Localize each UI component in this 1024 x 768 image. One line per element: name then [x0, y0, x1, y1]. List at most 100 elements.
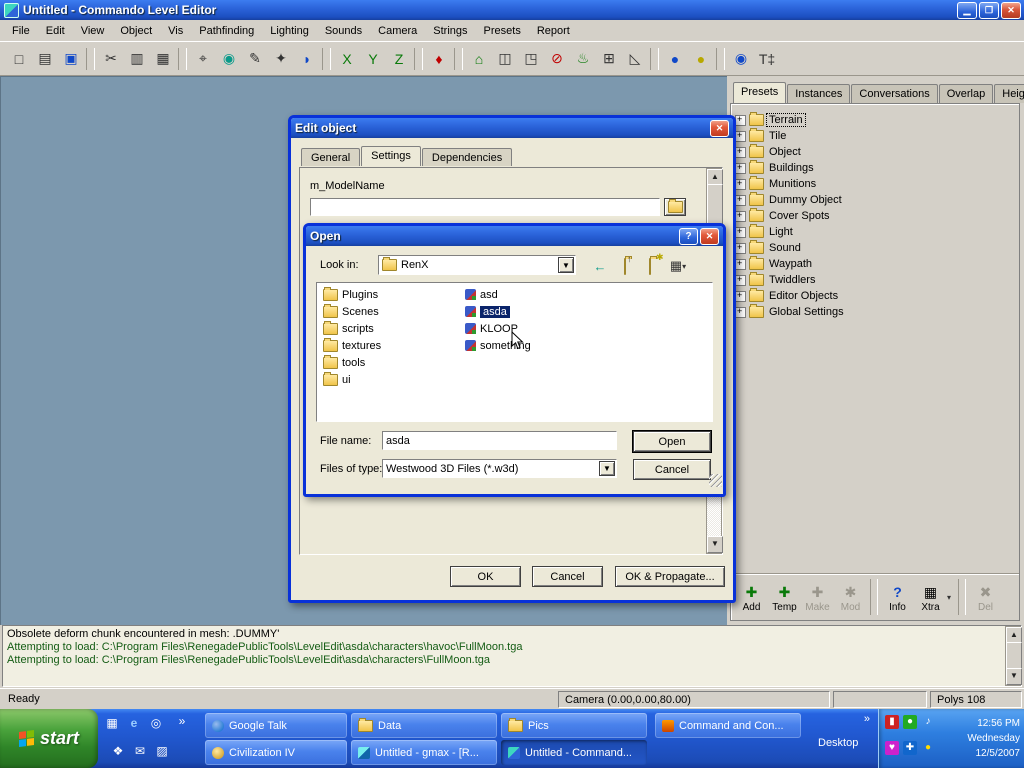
- media-player-icon[interactable]: ◎: [148, 715, 164, 731]
- show-desktop-icon[interactable]: ▦: [104, 715, 120, 731]
- expand-icon[interactable]: [735, 163, 746, 174]
- menu-edit[interactable]: Edit: [38, 23, 73, 39]
- temp-preset-button[interactable]: ✚Temp: [768, 582, 801, 613]
- file-item-something[interactable]: something: [465, 337, 531, 354]
- tab-general[interactable]: General: [301, 148, 360, 166]
- tab-presets[interactable]: Presets: [733, 82, 786, 103]
- cut-icon[interactable]: ✂: [98, 46, 124, 71]
- edit-object-title-bar[interactable]: Edit object ✕: [291, 118, 733, 138]
- log-scroll-down-icon[interactable]: ▼: [1006, 668, 1022, 685]
- file-item-asda[interactable]: asda: [465, 303, 510, 320]
- info-button[interactable]: ?Info: [881, 582, 914, 613]
- export-icon[interactable]: ◳: [518, 46, 544, 71]
- tree-item-twiddlers[interactable]: Twiddlers: [731, 272, 1019, 288]
- tree-item-terrain[interactable]: Terrain: [731, 112, 1019, 128]
- text-tool-icon[interactable]: T‡: [754, 46, 780, 71]
- light-icon[interactable]: ●: [688, 46, 714, 71]
- look-in-combobox[interactable]: RenX ▼: [378, 255, 576, 275]
- tab-conversations[interactable]: Conversations: [851, 84, 937, 103]
- expand-icon[interactable]: [735, 195, 746, 206]
- expand-icon[interactable]: [735, 131, 746, 142]
- menu-view[interactable]: View: [73, 23, 113, 39]
- new-folder-icon[interactable]: ✱: [637, 254, 663, 278]
- orbit-camera-icon[interactable]: ●: [662, 46, 688, 71]
- tab-heightfield[interactable]: Heightfield: [994, 84, 1024, 103]
- minimize-button[interactable]: ▁: [957, 2, 977, 19]
- expand-icon[interactable]: [735, 291, 746, 302]
- scroll-down-icon[interactable]: ▼: [707, 536, 723, 553]
- misc-tray-icon[interactable]: ●: [921, 741, 935, 755]
- tree-item-munitions[interactable]: Munitions: [731, 176, 1019, 192]
- ok-button[interactable]: OK: [450, 566, 521, 587]
- tree-item-light[interactable]: Light: [731, 224, 1019, 240]
- copy-icon[interactable]: ▥: [124, 46, 150, 71]
- taskbar-button-civilization[interactable]: Civilization IV: [205, 740, 347, 765]
- ok-propagate-button[interactable]: OK & Propagate...: [615, 566, 725, 587]
- file-name-input[interactable]: [382, 431, 617, 450]
- folder-item-scenes[interactable]: Scenes: [323, 303, 379, 320]
- xtra-button[interactable]: ▦Xtra: [914, 582, 947, 613]
- bone-tool-icon[interactable]: ⌖: [190, 46, 216, 71]
- menu-sounds[interactable]: Sounds: [317, 23, 370, 39]
- menu-report[interactable]: Report: [529, 23, 578, 39]
- taskbar-button-google-talk[interactable]: Google Talk: [205, 713, 347, 738]
- tree-item-global-settings[interactable]: Global Settings: [731, 304, 1019, 320]
- paste-icon[interactable]: ▦: [150, 46, 176, 71]
- update-tray-icon[interactable]: ✚: [903, 741, 917, 755]
- lookin-dropdown-icon[interactable]: ▼: [558, 257, 574, 273]
- delete-preset-button[interactable]: ✖Del: [969, 582, 1002, 613]
- restrict-icon[interactable]: ⊘: [544, 46, 570, 71]
- expand-icon[interactable]: [735, 307, 746, 318]
- expand-icon[interactable]: [735, 259, 746, 270]
- tree-item-cover-spots[interactable]: Cover Spots: [731, 208, 1019, 224]
- expand-icon[interactable]: [735, 147, 746, 158]
- open-button[interactable]: Open: [633, 431, 711, 452]
- menu-file[interactable]: File: [4, 23, 38, 39]
- up-one-level-icon[interactable]: ↑: [612, 254, 638, 278]
- file-item-kloop[interactable]: KLOOP: [465, 320, 518, 337]
- slope-icon[interactable]: ◺: [622, 46, 648, 71]
- tab-instances[interactable]: Instances: [787, 84, 850, 103]
- menu-presets[interactable]: Presets: [476, 23, 529, 39]
- folder-item-ui[interactable]: ui: [323, 371, 351, 388]
- expand-icon[interactable]: [735, 179, 746, 190]
- x-axis-icon[interactable]: X: [334, 46, 360, 71]
- y-axis-icon[interactable]: Y: [360, 46, 386, 71]
- antivirus-tray-icon[interactable]: ●: [903, 715, 917, 729]
- view-menu-icon[interactable]: ▦▾: [662, 254, 694, 278]
- open-dialog-title-bar[interactable]: Open ? ✕: [306, 226, 723, 246]
- conversation-icon[interactable]: ◗: [294, 46, 320, 71]
- expand-icon[interactable]: [735, 211, 746, 222]
- edit-mesh-icon[interactable]: ✎: [242, 46, 268, 71]
- folder-item-plugins[interactable]: Plugins: [323, 286, 378, 303]
- menu-camera[interactable]: Camera: [370, 23, 425, 39]
- folder-item-tools[interactable]: tools: [323, 354, 365, 371]
- model-name-input[interactable]: [310, 198, 660, 216]
- make-preset-button[interactable]: ✚Make: [801, 582, 834, 613]
- internet-explorer-icon[interactable]: e: [126, 715, 142, 731]
- new-document-icon[interactable]: □: [6, 46, 32, 71]
- xtra-dropdown-icon[interactable]: ▾: [947, 593, 955, 602]
- folder-item-textures[interactable]: textures: [323, 337, 381, 354]
- expand-icon[interactable]: [735, 227, 746, 238]
- tree-item-tile[interactable]: Tile: [731, 128, 1019, 144]
- folder-item-scripts[interactable]: scripts: [323, 320, 374, 337]
- file-list[interactable]: Plugins Scenes scripts textures tools ui…: [316, 282, 713, 422]
- start-button[interactable]: start: [0, 709, 98, 768]
- help-icon[interactable]: ?: [679, 228, 698, 245]
- tree-item-sound[interactable]: Sound: [731, 240, 1019, 256]
- character-tool-icon[interactable]: ✦: [268, 46, 294, 71]
- tree-item-waypath[interactable]: Waypath: [731, 256, 1019, 272]
- vehicle-icon[interactable]: ⊞: [596, 46, 622, 71]
- expand-icon[interactable]: [735, 243, 746, 254]
- door-icon[interactable]: ◫: [492, 46, 518, 71]
- powerup-icon[interactable]: ♨: [570, 46, 596, 71]
- add-preset-button[interactable]: ✚Add: [735, 582, 768, 613]
- expand-icon[interactable]: [735, 275, 746, 286]
- cancel-button[interactable]: Cancel: [532, 566, 603, 587]
- visibility-icon[interactable]: ◉: [728, 46, 754, 71]
- tray-clock[interactable]: 12:56 PM Wednesday 12/5/2007: [948, 716, 1020, 761]
- quicklaunch-overflow-chevron[interactable]: »: [174, 713, 190, 729]
- tree-item-buildings[interactable]: Buildings: [731, 160, 1019, 176]
- mod-preset-button[interactable]: ✱Mod: [834, 582, 867, 613]
